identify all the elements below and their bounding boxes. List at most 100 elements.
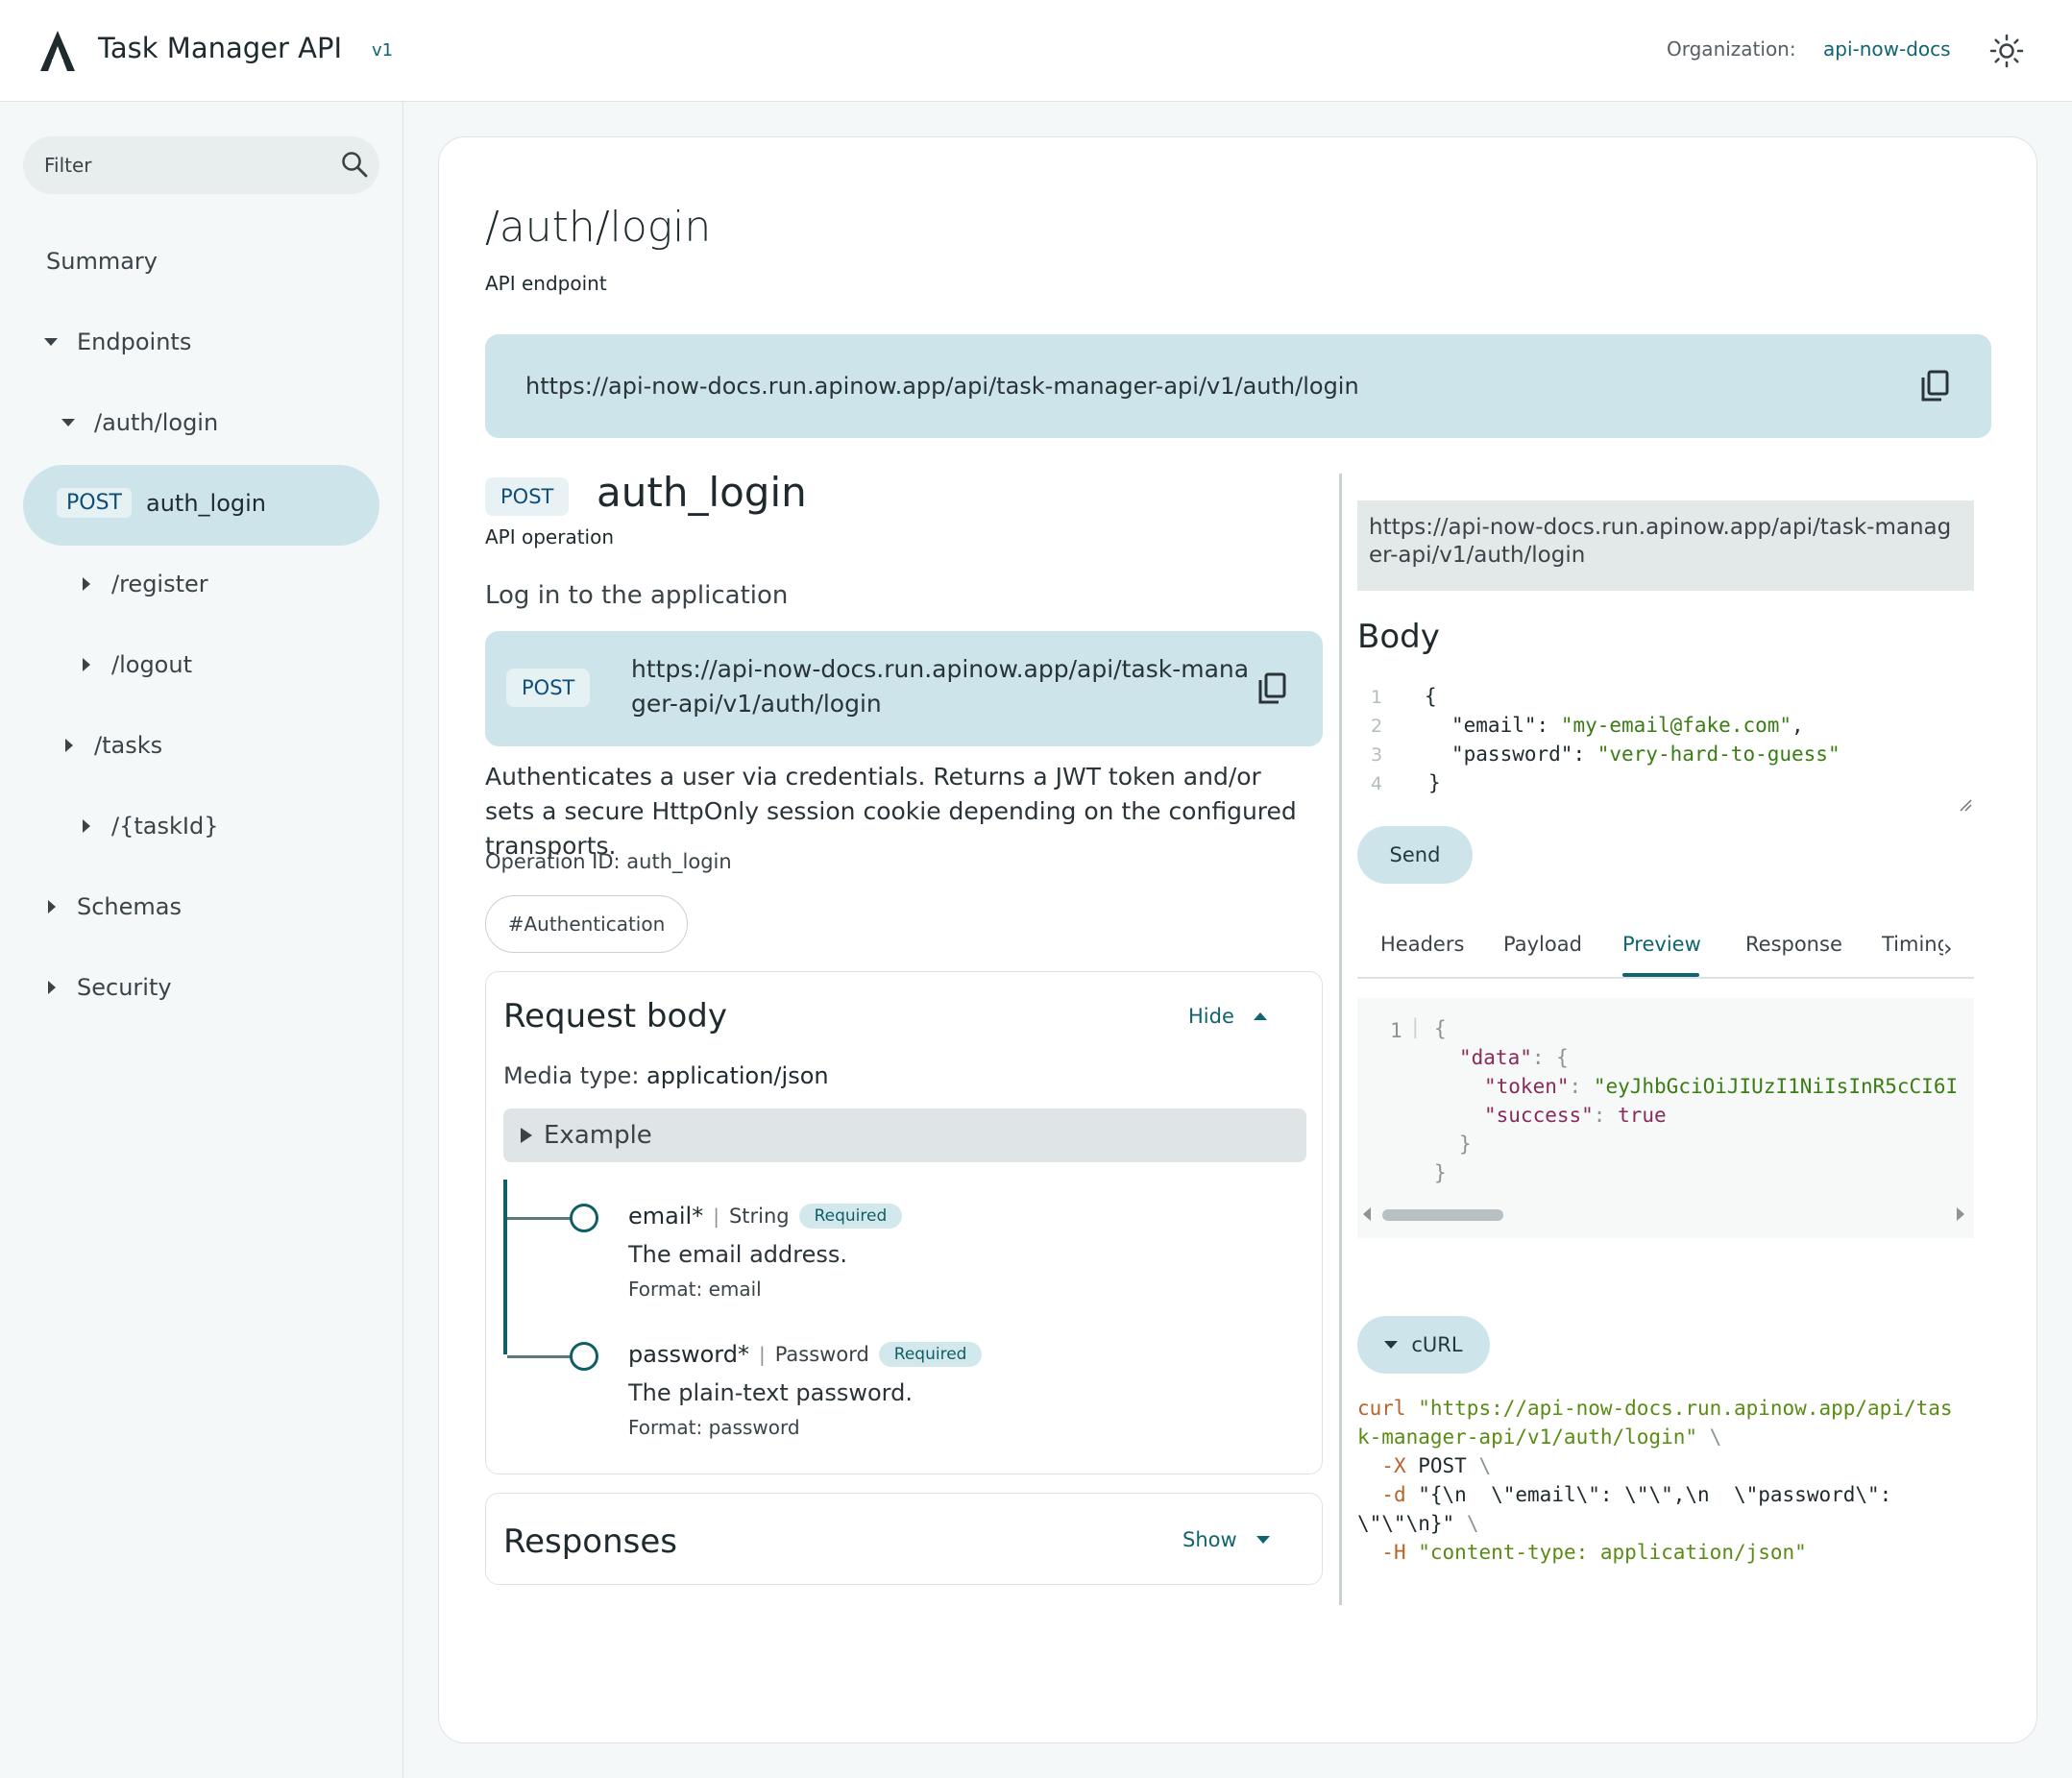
curl-toggle-button[interactable]: cURL — [1357, 1316, 1490, 1374]
sidebar-item-summary[interactable]: Summary — [46, 248, 158, 275]
line-number: 1 — [1390, 1019, 1402, 1042]
send-button[interactable]: Send — [1357, 826, 1473, 884]
code-line: "email": "my-email@fake.com", — [1451, 714, 1804, 737]
tree-branch — [507, 1355, 574, 1358]
curl-flag: -d — [1381, 1483, 1406, 1506]
separator: | — [758, 1343, 766, 1366]
sidebar-item-auth-login-operation[interactable]: POST auth_login — [23, 465, 379, 546]
tab-response[interactable]: Response — [1745, 933, 1842, 956]
page-subtitle: API endpoint — [485, 272, 607, 295]
operation-url-bar: POST https://api-now-docs.run.apinow.app… — [485, 631, 1323, 746]
tab-headers[interactable]: Headers — [1380, 933, 1464, 956]
json-key: "success" — [1484, 1104, 1594, 1127]
json-value: "very-hard-to-guess" — [1597, 743, 1840, 766]
json-key: "email" — [1451, 714, 1537, 737]
horizontal-scrollbar[interactable] — [1357, 1204, 1974, 1223]
sidebar-item-taskid[interactable]: /{taskId} — [83, 813, 218, 840]
chevron-right-icon — [83, 819, 90, 833]
sidebar-item-security[interactable]: Security — [48, 974, 172, 1001]
sidebar-item-endpoints[interactable]: Endpoints — [44, 329, 191, 355]
version-badge: v1 — [372, 40, 394, 61]
responses-panel: Responses Show — [485, 1493, 1323, 1585]
curl-method: POST — [1418, 1454, 1467, 1477]
scroll-left-icon[interactable] — [1363, 1207, 1371, 1221]
line-continuation: \ — [1709, 1425, 1722, 1449]
property-password: password* | Password Required — [628, 1341, 983, 1368]
json-value: true — [1618, 1104, 1667, 1127]
copy-icon[interactable] — [1257, 672, 1286, 705]
sidebar-item-label: auth_login — [146, 490, 267, 517]
json-value: "eyJhbGciOiJIUzI1NiIsInR5cCI6I — [1593, 1075, 1959, 1098]
filter-input[interactable]: Filter — [23, 136, 379, 194]
media-type: Media type: application/json — [503, 1062, 829, 1089]
curl-header: "content-type: application/json" — [1418, 1541, 1807, 1564]
method-badge: POST — [57, 488, 132, 518]
tree-branch — [507, 1217, 574, 1220]
code-line: "token": "eyJhbGciOiJIUzI1NiIsInR5cCI6I — [1484, 1075, 1959, 1098]
sidebar-item-label: /tasks — [94, 732, 163, 759]
line-continuation: \ — [1478, 1454, 1492, 1477]
chevron-up-icon — [1253, 1012, 1267, 1020]
code-line: "data": { — [1459, 1046, 1569, 1069]
tab-timings[interactable]: Timings — [1882, 933, 1943, 956]
hide-button[interactable]: Hide — [1188, 1005, 1267, 1028]
example-toggle[interactable]: Example — [503, 1108, 1306, 1162]
page-title: /auth/login — [485, 203, 712, 252]
tab-payload[interactable]: Payload — [1503, 933, 1582, 956]
a-logo-icon[interactable] — [38, 29, 77, 73]
tree-node-icon[interactable] — [570, 1204, 598, 1232]
organization-link[interactable]: api-now-docs — [1823, 37, 1951, 61]
example-label: Example — [544, 1121, 652, 1150]
copy-icon[interactable] — [1920, 370, 1949, 402]
sidebar-item-label: /{taskId} — [111, 813, 219, 840]
body-title: Body — [1357, 618, 1440, 656]
resize-handle-icon[interactable] — [1959, 798, 1972, 812]
chevron-right-icon — [65, 739, 73, 752]
triangle-right-icon — [521, 1128, 532, 1143]
sidebar-item-label: Summary — [46, 248, 158, 275]
endpoint-url[interactable]: https://api-now-docs.run.apinow.app/api/… — [525, 373, 1359, 400]
line-number: 3 — [1371, 744, 1383, 766]
request-url-input[interactable]: https://api-now-docs.run.apinow.app/api/… — [1357, 500, 1974, 591]
body-editor[interactable]: 1 2 3 4 { "email": "my-email@fake.com", … — [1357, 685, 1974, 810]
property-type: Password — [774, 1343, 869, 1366]
sidebar-item-schemas[interactable]: Schemas — [48, 893, 182, 920]
schema-tree-line — [503, 1180, 507, 1354]
active-tab-indicator — [1622, 973, 1699, 977]
property-description: The plain-text password. — [628, 1379, 913, 1406]
endpoint-card: /auth/login API endpoint https://api-now… — [438, 136, 2037, 1743]
code-line: } — [1428, 771, 1441, 794]
app-title[interactable]: Task Manager API — [98, 32, 342, 64]
preview-code: 1 | { "data": { "token": "eyJhbGciOiJIUz… — [1357, 998, 1974, 1196]
tree-node-icon[interactable] — [570, 1342, 598, 1371]
sidebar-item-label: Endpoints — [77, 329, 192, 355]
line-continuation: \ — [1466, 1512, 1479, 1535]
json-key: "token" — [1484, 1075, 1570, 1098]
sidebar-item-logout[interactable]: /logout — [83, 651, 192, 678]
curl-data: "{\n \"email\": \"\",\n \"password\": — [1418, 1483, 1892, 1506]
chevron-right-icon[interactable]: › — [1943, 935, 1953, 962]
json-key: "password" — [1451, 743, 1573, 766]
sidebar-item-label: /auth/login — [94, 409, 219, 436]
tag-chip[interactable]: #Authentication — [485, 895, 688, 953]
sidebar-item-register[interactable]: /register — [83, 571, 208, 597]
media-type-value: application/json — [646, 1062, 829, 1089]
json-value: "my-email@fake.com" — [1560, 714, 1792, 737]
chevron-right-icon — [48, 900, 56, 913]
search-icon[interactable] — [340, 150, 369, 179]
sidebar-item-auth-login[interactable]: /auth/login — [61, 409, 218, 436]
scroll-right-icon[interactable] — [1957, 1207, 1964, 1221]
scrollbar-thumb[interactable] — [1382, 1209, 1503, 1221]
sun-icon[interactable] — [1988, 33, 2025, 69]
curl-url: "https://api-now-docs.run.apinow.app/api… — [1418, 1397, 1953, 1420]
method-badge: POST — [506, 669, 591, 707]
line-number: 4 — [1371, 773, 1383, 794]
tab-preview[interactable]: Preview — [1622, 933, 1701, 956]
operation-subtitle: API operation — [485, 525, 615, 548]
sidebar-item-label: Schemas — [77, 893, 182, 920]
property-description: The email address. — [628, 1241, 847, 1268]
sidebar-item-tasks[interactable]: /tasks — [65, 732, 162, 759]
show-button[interactable]: Show — [1182, 1528, 1270, 1551]
operation-url[interactable]: https://api-now-docs.run.apinow.app/api/… — [631, 652, 1251, 721]
curl-cmd: curl — [1357, 1397, 1406, 1420]
